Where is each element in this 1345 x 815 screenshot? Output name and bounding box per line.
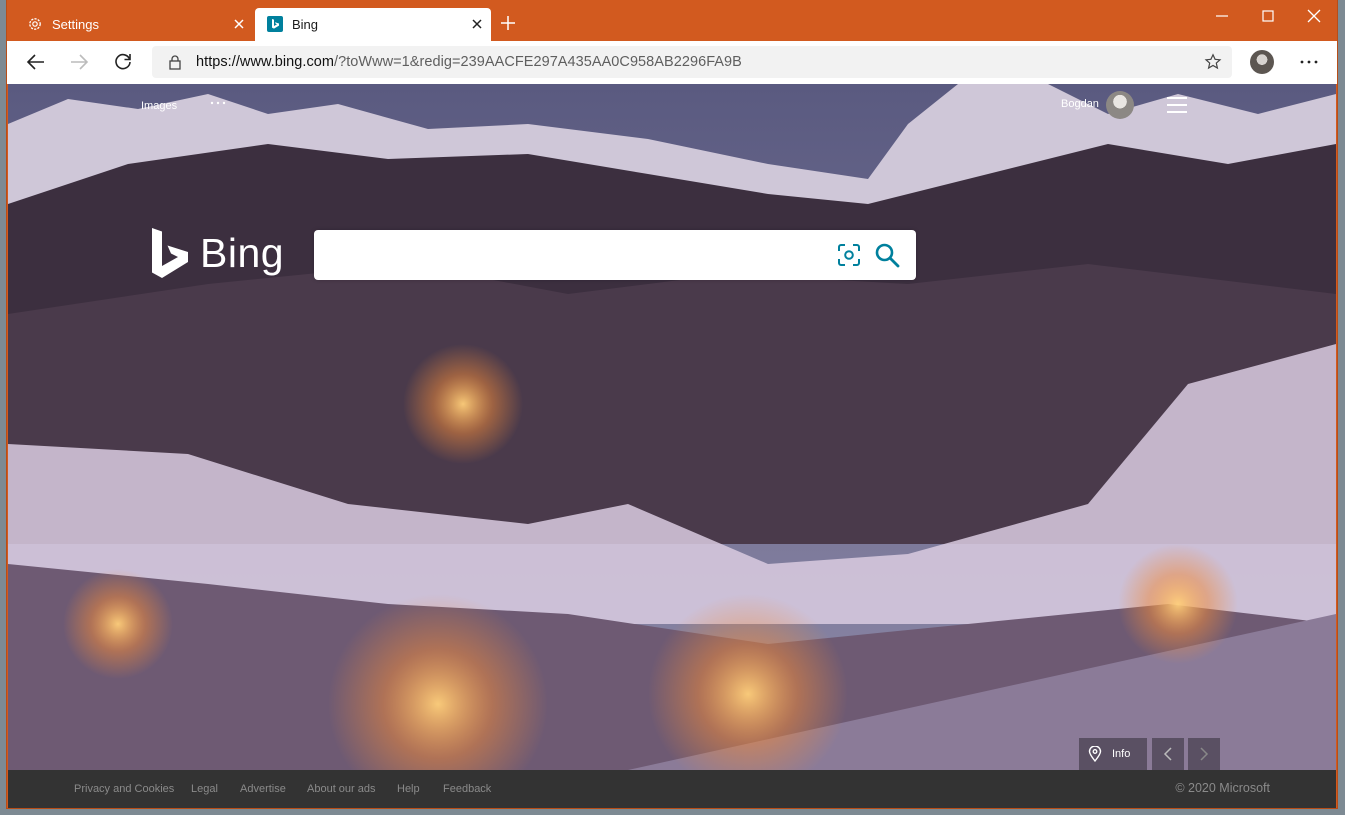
url-path: /?toWww=1&redig=239AACFE297A435AA0C958AB… [334, 54, 742, 70]
footer-link-feedback[interactable]: Feedback [443, 783, 491, 795]
previous-image-button[interactable] [1152, 738, 1184, 770]
maximize-icon[interactable] [1258, 6, 1278, 26]
copyright-text: © 2020 Microsoft [1175, 781, 1270, 795]
footer-link-about-ads[interactable]: About our ads [307, 783, 376, 795]
more-options-icon[interactable] [1298, 51, 1320, 73]
new-tab-icon[interactable] [499, 14, 517, 32]
bing-homepage: Images Bogdan Bing Info [8, 84, 1336, 770]
tab-strip: Settings Bing [7, 0, 1337, 41]
background-image [8, 84, 1336, 770]
footer-link-privacy[interactable]: Privacy and Cookies [74, 783, 174, 795]
refresh-icon[interactable] [112, 51, 134, 73]
url-text[interactable]: https://www.bing.com/?toWww=1&redig=239A… [196, 54, 742, 70]
user-avatar[interactable] [1106, 91, 1134, 119]
close-window-icon[interactable] [1304, 6, 1324, 26]
tab-title: Settings [52, 17, 99, 32]
close-tab-icon[interactable] [231, 16, 247, 32]
page-footer: Privacy and Cookies Legal Advertise Abou… [8, 770, 1336, 808]
search-input[interactable] [324, 238, 828, 274]
favorite-star-icon[interactable] [1204, 53, 1222, 71]
footer-link-help[interactable]: Help [397, 783, 420, 795]
profile-avatar[interactable] [1250, 50, 1274, 74]
footer-link-advertise[interactable]: Advertise [240, 783, 286, 795]
tab-title: Bing [292, 17, 319, 32]
footer-link-legal[interactable]: Legal [191, 783, 218, 795]
minimize-icon[interactable] [1212, 6, 1232, 26]
hamburger-menu-icon[interactable] [1166, 96, 1188, 114]
gear-icon [29, 18, 41, 30]
chevron-right-icon [1200, 747, 1209, 761]
chevron-left-icon [1163, 747, 1172, 761]
url-host: https://www.bing.com [196, 54, 334, 70]
tab-settings[interactable]: Settings [15, 8, 253, 41]
nav-images-link[interactable]: Images [141, 100, 177, 112]
close-tab-icon[interactable] [469, 16, 485, 32]
lock-icon[interactable] [167, 54, 183, 70]
user-name[interactable]: Bogdan [1061, 98, 1099, 110]
visual-search-icon[interactable] [837, 243, 861, 267]
back-icon[interactable] [25, 51, 47, 73]
more-dots-icon[interactable] [208, 98, 228, 108]
search-icon[interactable] [874, 242, 900, 268]
address-bar[interactable]: https://www.bing.com/?toWww=1&redig=239A… [152, 46, 1232, 78]
tab-bing[interactable]: Bing [255, 8, 491, 41]
browser-toolbar: https://www.bing.com/?toWww=1&redig=239A… [7, 41, 1337, 84]
bing-icon [267, 16, 283, 32]
search-box [314, 230, 916, 280]
forward-icon[interactable] [68, 51, 90, 73]
browser-window: Settings Bing https://www.bing.com/?toWw… [7, 0, 1337, 808]
next-image-button[interactable] [1188, 738, 1220, 770]
bing-logo-text: Bing [200, 230, 285, 276]
info-label: Info [1112, 748, 1131, 760]
location-pin-icon [1088, 746, 1102, 762]
image-info-button[interactable]: Info [1079, 738, 1147, 770]
